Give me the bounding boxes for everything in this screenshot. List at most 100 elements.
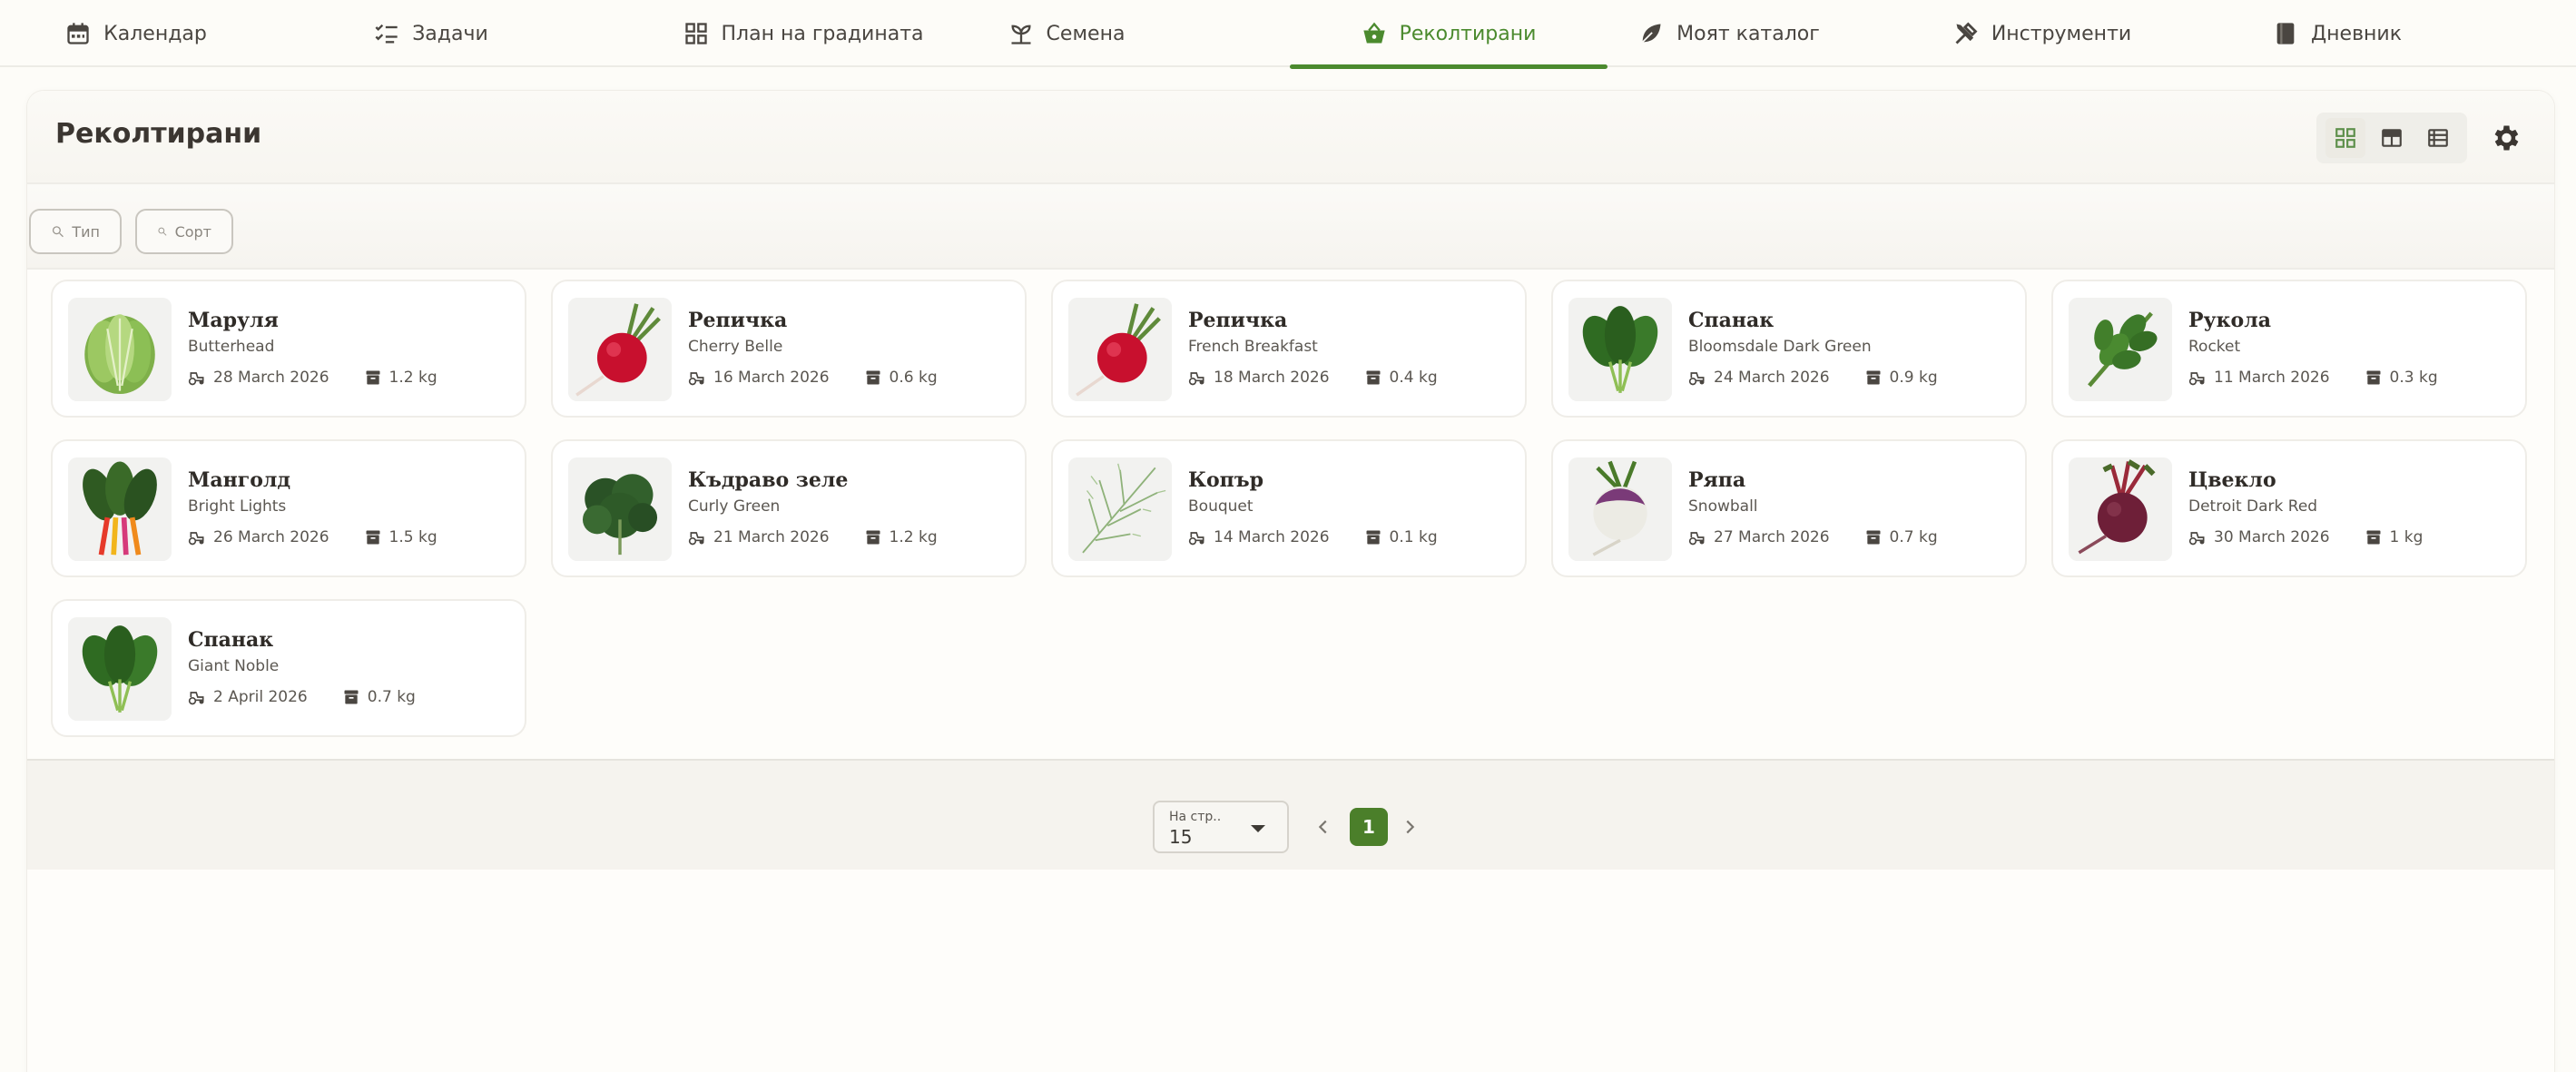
harvest-card[interactable]: Къдраво зеле Curly Green 21 March 2026 1… <box>551 439 1027 577</box>
pagination-bar: На стр.. 15 1 <box>27 759 2554 870</box>
weight-box-icon <box>1866 370 1881 385</box>
weight-box-icon <box>1366 530 1381 545</box>
harvest-card[interactable]: Репичка Cherry Belle 16 March 2026 0.6 k… <box>551 280 1027 418</box>
harvest-card[interactable]: Спанак Bloomsdale Dark Green 24 March 20… <box>1551 280 2027 418</box>
harvest-weight: 0.9 kg <box>1889 369 1938 387</box>
harvest-card[interactable]: Ряпа Snowball 27 March 2026 0.7 kg <box>1551 439 2027 577</box>
top-navigation: Календар Задачи План на градината Семена… <box>0 0 2576 69</box>
harvest-card[interactable]: Цвекло Detroit Dark Red 30 March 2026 1 … <box>2051 439 2527 577</box>
harvest-variety: Detroit Dark Red <box>2188 497 2318 516</box>
turnip-icon <box>1568 457 1672 561</box>
weight-box-icon <box>866 530 880 545</box>
harvest-name: Репичка <box>1188 309 1288 332</box>
harvest-meta: 27 March 2026 0.7 kg <box>1688 528 1938 546</box>
harvest-name: Къдраво зеле <box>688 468 849 492</box>
harvest-weight: 1.5 kg <box>388 528 438 546</box>
nav-tab-label: План на градината <box>721 22 924 45</box>
harvest-name: Манголд <box>188 468 291 492</box>
nav-tab-label: Моят каталог <box>1676 22 1820 45</box>
harvest-date: 21 March 2026 <box>713 528 830 546</box>
tractor-icon <box>1688 372 1705 386</box>
page-title: Реколтирани <box>55 118 262 150</box>
harvest-variety: French Breakfast <box>1188 338 1318 356</box>
grid-view-icon <box>2335 128 2355 148</box>
page-button-current[interactable]: 1 <box>1350 808 1388 846</box>
previous-page-button[interactable] <box>1310 811 1337 842</box>
harvest-meta: 14 March 2026 0.1 kg <box>1188 528 1438 546</box>
harvest-weight: 1 kg <box>2389 528 2424 546</box>
nav-tab-journal[interactable]: Дневник <box>2269 0 2405 67</box>
weight-box-icon <box>866 370 880 385</box>
weight-box-icon <box>1866 530 1881 545</box>
nav-tab-tools[interactable]: Инструменти <box>1952 0 2133 67</box>
nav-tab-label: Семена <box>1046 22 1126 45</box>
harvest-card[interactable]: Рукола Rocket 11 March 2026 0.3 kg <box>2051 280 2527 418</box>
weight-box-icon <box>344 690 359 704</box>
harvest-name: Спанак <box>1688 309 1775 332</box>
harvest-image-beet <box>2069 457 2172 561</box>
type-filter-input[interactable]: Тип <box>29 209 122 254</box>
spinach-icon <box>68 617 172 721</box>
nav-tab-my-catalog[interactable]: Моят каталог <box>1634 0 1824 67</box>
book-icon <box>2276 23 2295 44</box>
grid-view-button[interactable] <box>2325 118 2365 158</box>
beet-icon <box>2069 457 2172 561</box>
tractor-icon <box>1188 532 1204 546</box>
kale-icon <box>568 457 672 561</box>
harvest-image-radish <box>1068 298 1172 401</box>
tractor-icon <box>188 532 204 546</box>
harvest-name: Ряпа <box>1688 468 1746 492</box>
nav-tab-label: Реколтирани <box>1399 22 1537 45</box>
harvest-date: 16 March 2026 <box>713 369 830 387</box>
harvest-weight: 0.4 kg <box>1389 369 1438 387</box>
nav-tab-tasks[interactable]: Задачи <box>363 0 499 67</box>
nav-tab-label: Дневник <box>2310 22 2403 45</box>
settings-button[interactable] <box>2483 116 2527 160</box>
harvest-variety: Bouquet <box>1188 497 1254 516</box>
nav-tab-garden-plan[interactable]: План на градината <box>681 0 926 67</box>
harvest-weight: 0.6 kg <box>889 369 938 387</box>
harvest-card[interactable]: Манголд Bright Lights 26 March 2026 1.5 … <box>51 439 526 577</box>
harvest-card[interactable]: Маруля Butterhead 28 March 2026 1.2 kg <box>51 280 526 418</box>
harvest-image-chard <box>68 457 172 561</box>
filter-bar: Тип Сорт <box>27 184 2554 270</box>
next-page-button[interactable] <box>1396 811 1423 842</box>
harvest-name: Репичка <box>688 309 788 332</box>
nav-tab-label: Задачи <box>412 22 488 45</box>
harvest-meta: 18 March 2026 0.4 kg <box>1188 369 1438 387</box>
chard-icon <box>68 457 172 561</box>
list-view-button[interactable] <box>2418 118 2458 158</box>
panel-header: Реколтирани <box>27 91 2554 184</box>
radish-icon <box>1068 298 1172 401</box>
tractor-icon <box>688 372 704 386</box>
harvest-weight: 0.7 kg <box>367 688 416 706</box>
grid-plan-icon <box>684 23 707 44</box>
harvest-meta: 11 March 2026 0.3 kg <box>2188 369 2438 387</box>
harvest-variety: Rocket <box>2188 338 2241 356</box>
tractor-icon <box>2188 532 2205 546</box>
harvest-card[interactable]: Спанак Giant Noble 2 April 2026 0.7 kg <box>51 599 526 737</box>
nav-tab-harvested[interactable]: Реколтирани <box>1290 0 1608 69</box>
harvest-meta: 21 March 2026 1.2 kg <box>688 528 938 546</box>
per-page-select[interactable]: На стр.. 15 <box>1153 801 1289 853</box>
harvest-card[interactable]: Копър Bouquet 14 March 2026 0.1 kg <box>1051 439 1527 577</box>
nav-tab-calendar[interactable]: Календар <box>45 0 227 67</box>
tractor-icon <box>1188 372 1204 386</box>
table-view-button[interactable] <box>2372 118 2412 158</box>
tractor-icon <box>188 372 204 386</box>
harvest-variety: Butterhead <box>188 338 275 356</box>
harvest-panel: Реколтирани Тип Сорт Маруля Butterhead 2… <box>27 91 2554 1072</box>
nav-tab-label: Календар <box>103 22 207 45</box>
harvest-variety: Bright Lights <box>188 497 287 516</box>
nav-tab-seeds[interactable]: Семена <box>998 0 1135 67</box>
sprout-icon <box>1011 25 1031 44</box>
variety-filter-input[interactable]: Сорт <box>135 209 233 254</box>
harvest-image-dill <box>1068 457 1172 561</box>
checklist-icon <box>375 24 398 44</box>
search-icon <box>52 226 64 238</box>
harvest-name: Рукола <box>2188 309 2271 332</box>
type-filter-placeholder: Тип <box>72 222 100 241</box>
harvest-image-turnip <box>1568 457 1672 561</box>
harvest-date: 27 March 2026 <box>1714 528 1830 546</box>
harvest-card[interactable]: Репичка French Breakfast 18 March 2026 0… <box>1051 280 1527 418</box>
